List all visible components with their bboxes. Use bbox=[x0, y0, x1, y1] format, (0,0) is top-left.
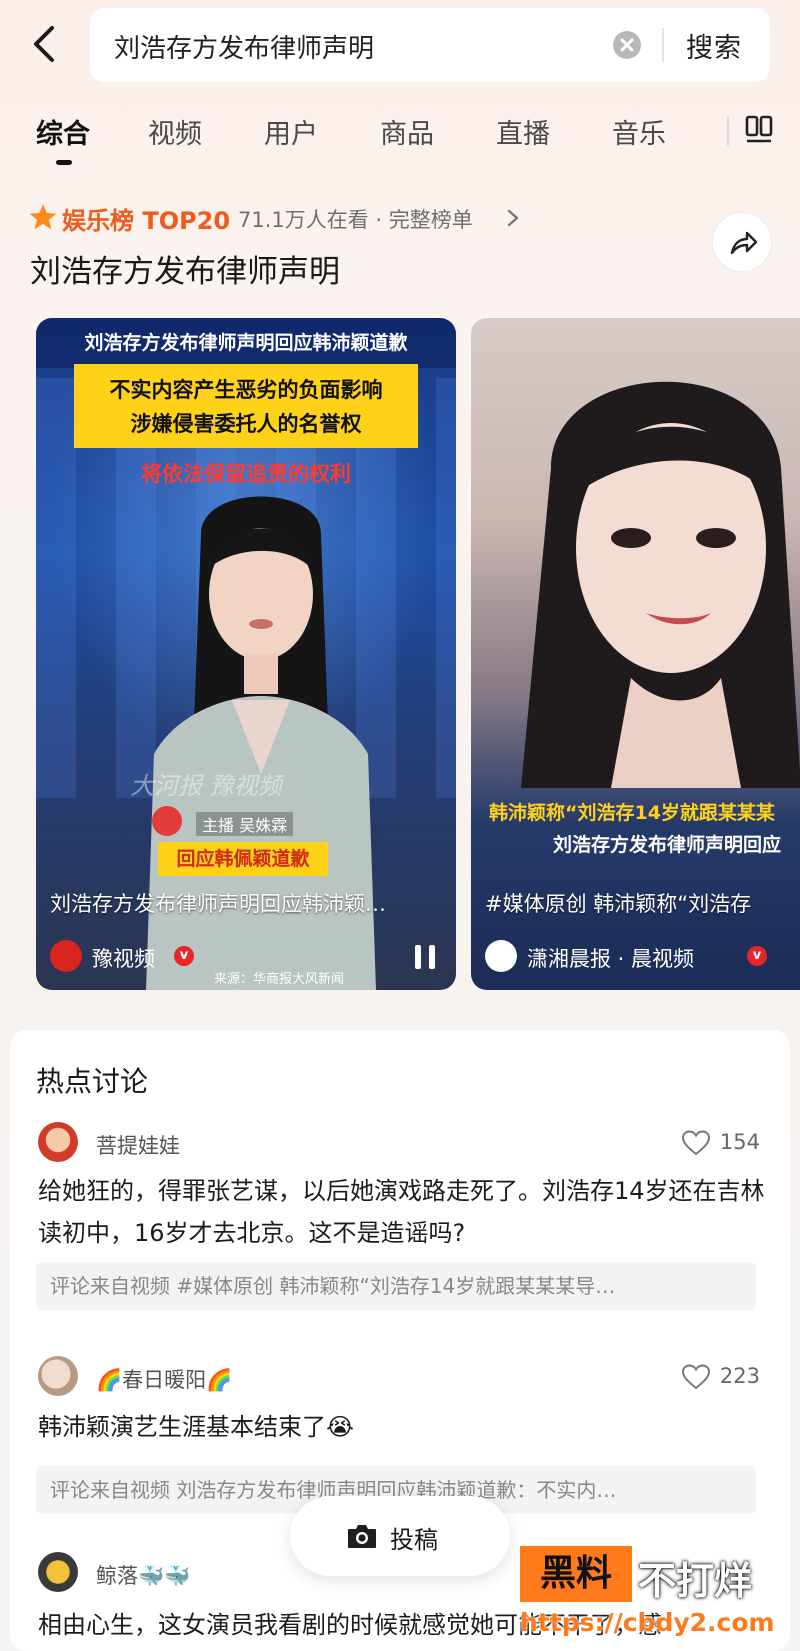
tab-divider bbox=[727, 116, 729, 146]
ranking-row[interactable]: 娱乐榜 TOP20 71.1万人在看 · 完整榜单 bbox=[28, 198, 728, 238]
star-icon bbox=[29, 204, 57, 230]
video-headline-2: 刘浩存方发布律师声明回应 bbox=[553, 834, 782, 856]
comment-username[interactable]: 鲸落🐳🐳 bbox=[96, 1560, 190, 1590]
camera-icon bbox=[348, 1525, 376, 1548]
video-headline-1: 韩沛颖称“刘浩存14岁就跟某某某 bbox=[489, 802, 775, 824]
ranking-title[interactable]: 刘浩存方发布律师声明 bbox=[30, 246, 340, 291]
comment-text: 韩沛颖演艺生涯基本结束了😭 bbox=[38, 1413, 355, 1441]
microphone-icon bbox=[152, 806, 182, 836]
comment-source-link[interactable]: 评论来自视频 #媒体原创 韩沛颖称“刘浩存14岁就跟某某某导… bbox=[36, 1262, 756, 1310]
video-credit: 来源：华商报大风新闻 bbox=[214, 972, 345, 987]
search-divider bbox=[662, 28, 664, 62]
brand-url: https://cbdy2.com bbox=[520, 1608, 775, 1637]
video-card-2[interactable]: 韩沛颖称“刘浩存14岁就跟某某某 刘浩存方发布律师声明回应 #媒体原创 韩沛颖称… bbox=[471, 318, 800, 990]
search-box[interactable]: 刘浩存方发布律师声明 搜索 bbox=[90, 8, 770, 82]
video-caption[interactable]: 刘浩存方发布律师声明回应韩沛颖… bbox=[50, 888, 442, 918]
actress-portrait bbox=[521, 381, 800, 788]
like-count: 154 bbox=[719, 1130, 760, 1154]
anchor-name: 主播 吴姝霖 bbox=[196, 812, 294, 836]
video-caption[interactable]: #媒体原创 韩沛颖称“刘浩存 bbox=[485, 888, 800, 918]
source-avatar bbox=[485, 940, 517, 972]
share-icon bbox=[730, 231, 758, 255]
avatar[interactable] bbox=[38, 1122, 78, 1162]
grid-view-icon[interactable] bbox=[744, 114, 774, 144]
heart-icon bbox=[682, 1364, 710, 1390]
verified-icon: v bbox=[747, 946, 767, 966]
source-avatar bbox=[50, 940, 82, 972]
comment-username[interactable]: 🌈春日暖阳🌈 bbox=[96, 1364, 232, 1394]
video-card-1[interactable]: 刘浩存方发布律师声明回应韩沛颖道歉 不实内容产生恶劣的负面影响 涉嫌侵害委托人的… bbox=[36, 318, 456, 990]
avatar[interactable] bbox=[38, 1356, 78, 1396]
tab-products[interactable]: 商品 bbox=[380, 112, 434, 151]
news-top-line: 刘浩存方发布律师声明回应韩沛颖道歉 bbox=[36, 318, 456, 368]
brand-box: 黑料 bbox=[520, 1546, 632, 1602]
clear-icon[interactable] bbox=[612, 30, 642, 60]
brand-watermark: 黑料 不打烊 https://cbdy2.com bbox=[520, 1546, 790, 1650]
news-yellow-line-1: 不实内容产生恶劣的负面影响 bbox=[109, 378, 383, 402]
comment-text: 给她狂的，得罪张艺谋，以后她演戏路走死了。刘浩存14岁还在吉林读初中，16岁才去… bbox=[38, 1177, 765, 1247]
news-yellow-line-2: 涉嫌侵害委托人的名誉权 bbox=[130, 412, 362, 436]
chevron-right-icon bbox=[507, 209, 519, 227]
news-bottom-label: 回应韩佩颖道歉 bbox=[158, 842, 328, 876]
heart-icon bbox=[682, 1130, 710, 1156]
category-tabs: 综合 视频 用户 商品 直播 音乐 bbox=[0, 100, 800, 170]
tab-music[interactable]: 音乐 bbox=[612, 112, 666, 151]
ranking-label: 娱乐榜 TOP20 bbox=[62, 207, 231, 235]
tab-users[interactable]: 用户 bbox=[264, 112, 318, 151]
ranking-meta[interactable]: 71.1万人在看 · 完整榜单 bbox=[238, 204, 473, 234]
search-input[interactable]: 刘浩存方发布律师声明 bbox=[114, 28, 374, 65]
source-name: 豫视频 bbox=[92, 947, 155, 971]
back-arrow-icon[interactable] bbox=[26, 22, 62, 66]
top-bar: 刘浩存方发布律师声明 搜索 bbox=[0, 0, 800, 92]
post-button[interactable]: 投稿 bbox=[290, 1496, 510, 1576]
verified-icon: v bbox=[174, 946, 194, 966]
comment-username[interactable]: 菩提娃娃 bbox=[96, 1130, 180, 1160]
post-label: 投稿 bbox=[390, 1526, 438, 1554]
tab-videos[interactable]: 视频 bbox=[148, 112, 202, 151]
active-tab-indicator bbox=[56, 160, 72, 165]
news-yellow-banner: 不实内容产生恶劣的负面影响 涉嫌侵害委托人的名誉权 bbox=[74, 364, 418, 448]
like-button[interactable]: 154 bbox=[670, 1128, 760, 1158]
share-button[interactable] bbox=[712, 212, 772, 272]
pause-icon[interactable] bbox=[412, 942, 438, 972]
brand-text: 不打烊 bbox=[638, 1559, 753, 1603]
search-button[interactable]: 搜索 bbox=[686, 26, 742, 65]
like-button[interactable]: 223 bbox=[670, 1362, 760, 1392]
avatar[interactable] bbox=[38, 1552, 78, 1592]
tab-live[interactable]: 直播 bbox=[496, 112, 550, 151]
tab-comprehensive[interactable]: 综合 bbox=[36, 112, 90, 151]
source-name: 潇湘晨报 · 晨视频 bbox=[527, 947, 695, 971]
discussion-title: 热点讨论 bbox=[36, 1065, 149, 1098]
channel-watermark: 大河报 豫视频 bbox=[130, 772, 282, 800]
like-count: 223 bbox=[719, 1364, 760, 1388]
